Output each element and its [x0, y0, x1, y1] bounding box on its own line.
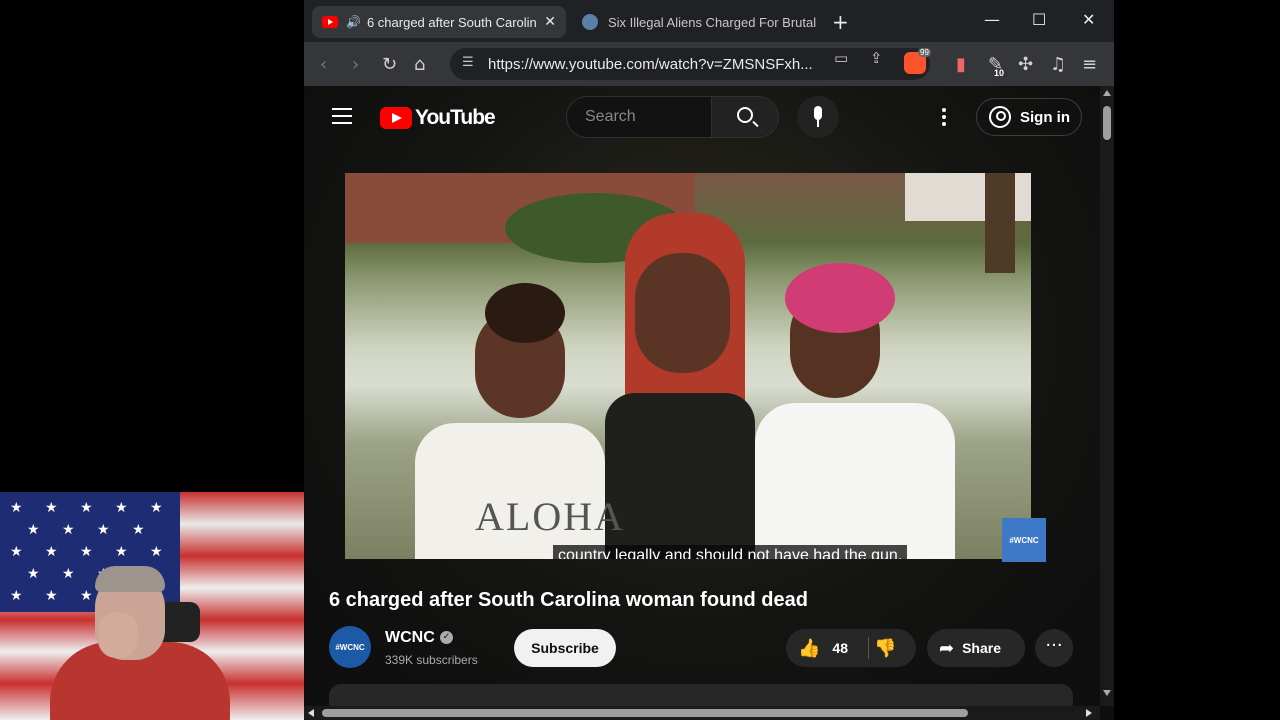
vertical-scrollbar[interactable] — [1100, 86, 1114, 706]
youtube-logo[interactable]: YouTube — [380, 106, 496, 130]
tab-close-icon[interactable]: ✕ — [544, 14, 556, 30]
media-controls-icon[interactable]: ♫ — [1050, 54, 1066, 75]
extension-badge: 10 — [994, 68, 1005, 78]
voice-search-button[interactable] — [797, 96, 839, 138]
youtube-page: YouTube Search Sign in ALOHA country leg… — [304, 86, 1100, 706]
cast-icon[interactable]: ▭ — [834, 49, 848, 67]
video-caption: country legally and should not have had … — [553, 545, 908, 559]
search-input[interactable]: Search — [566, 96, 712, 138]
browser-menu-icon[interactable]: ≡ — [1082, 54, 1097, 75]
scroll-right-arrow-icon[interactable] — [1086, 709, 1092, 717]
share-button[interactable]: ➦ Share — [927, 629, 1025, 667]
new-tab-button[interactable]: + — [832, 10, 849, 34]
globe-favicon-icon — [582, 14, 598, 30]
video-title: 6 charged after South Carolina woman fou… — [329, 589, 808, 611]
scroll-left-arrow-icon[interactable] — [308, 709, 314, 717]
home-icon[interactable]: ⌂ — [414, 54, 425, 75]
channel-avatar[interactable]: #WCNC — [329, 626, 371, 668]
forward-icon[interactable]: › — [352, 54, 359, 75]
dislike-button[interactable]: 👎 — [874, 629, 914, 667]
search-placeholder: Search — [585, 108, 636, 125]
account-icon — [989, 106, 1011, 128]
youtube-favicon-icon — [322, 16, 338, 28]
browser-window: 🔊 6 charged after South Carolina woman f… — [304, 0, 1114, 720]
extension-bookmark-icon[interactable]: ▮ — [956, 54, 966, 75]
like-dislike-group: 👍 48 👎 — [786, 629, 916, 667]
description-box[interactable] — [329, 684, 1073, 706]
browser-toolbar: ‹ › ↻ ⌂ ☰ https://www.youtube.com/watch?… — [304, 42, 1114, 86]
brave-shields-count: 99 — [918, 48, 931, 57]
horizontal-scroll-thumb[interactable] — [322, 709, 968, 717]
youtube-play-icon — [380, 107, 412, 129]
wcnc-watermark: #WCNC — [1002, 518, 1046, 562]
address-bar[interactable]: ☰ https://www.youtube.com/watch?v=ZMSNSF… — [450, 48, 930, 80]
shirt-text: ALOHA — [475, 494, 625, 539]
subscribe-button[interactable]: Subscribe — [514, 629, 616, 667]
tab-title: 6 charged after South Carolina woman fou… — [366, 14, 537, 30]
youtube-wordmark: YouTube — [415, 106, 496, 129]
more-actions-button[interactable]: ··· — [1035, 629, 1073, 667]
share-page-icon[interactable]: ⇪ — [870, 49, 883, 67]
back-icon[interactable]: ‹ — [320, 54, 327, 75]
search-button[interactable] — [711, 96, 779, 138]
like-count: 48 — [832, 640, 848, 656]
video-player[interactable]: ALOHA country legally and should not hav… — [345, 173, 1031, 559]
channel-name[interactable]: WCNC — [385, 629, 435, 647]
microphone-icon — [814, 106, 822, 120]
like-button[interactable]: 👍 48 — [786, 629, 868, 667]
url-text: https://www.youtube.com/watch?v=ZMSNSFxh… — [488, 55, 813, 73]
minimize-button[interactable]: — — [984, 10, 1000, 29]
hamburger-menu-icon[interactable] — [332, 108, 352, 124]
sign-in-button[interactable]: Sign in — [976, 98, 1082, 136]
desktop-background-right — [1114, 0, 1280, 720]
tab-article[interactable]: Six Illegal Aliens Charged For Brutal — [572, 6, 832, 38]
video-person-right — [755, 263, 955, 559]
scroll-up-arrow-icon[interactable] — [1103, 90, 1111, 96]
share-label: Share — [962, 640, 1002, 656]
thumbs-down-icon: 👎 — [874, 637, 897, 659]
thumbs-up-icon: 👍 — [798, 637, 821, 659]
webcam-overlay: ★ ★ ★ ★ ★ ★ ★ ★ ★ ★ ★ ★ ★ ★ ★ ★ ★ ★ ★ ★ … — [0, 492, 304, 720]
vertical-scroll-thumb[interactable] — [1103, 106, 1111, 140]
sign-in-label: Sign in — [1020, 108, 1070, 126]
subscriber-count: 339K subscribers — [385, 653, 478, 667]
share-arrow-icon: ➦ — [939, 637, 955, 659]
close-window-button[interactable]: ✕ — [1082, 10, 1095, 29]
tab-youtube-video[interactable]: 🔊 6 charged after South Carolina woman f… — [312, 6, 566, 38]
search-icon — [737, 107, 753, 123]
speaker-icon[interactable]: 🔊 — [346, 15, 361, 29]
verified-check-icon: ✓ — [440, 631, 453, 644]
tab-bar: 🔊 6 charged after South Carolina woman f… — [304, 0, 1114, 42]
site-info-icon[interactable]: ☰ — [462, 55, 474, 70]
reload-icon[interactable]: ↻ — [382, 54, 397, 75]
horizontal-scrollbar[interactable] — [304, 706, 1100, 720]
scroll-down-arrow-icon[interactable] — [1103, 690, 1111, 696]
settings-kebab-icon[interactable] — [942, 108, 946, 126]
maximize-button[interactable]: ☐ — [1032, 10, 1046, 29]
tab-title: Six Illegal Aliens Charged For Brutal — [608, 14, 817, 30]
streamer-person — [40, 566, 230, 720]
extensions-puzzle-icon[interactable]: ✣ — [1018, 54, 1033, 75]
